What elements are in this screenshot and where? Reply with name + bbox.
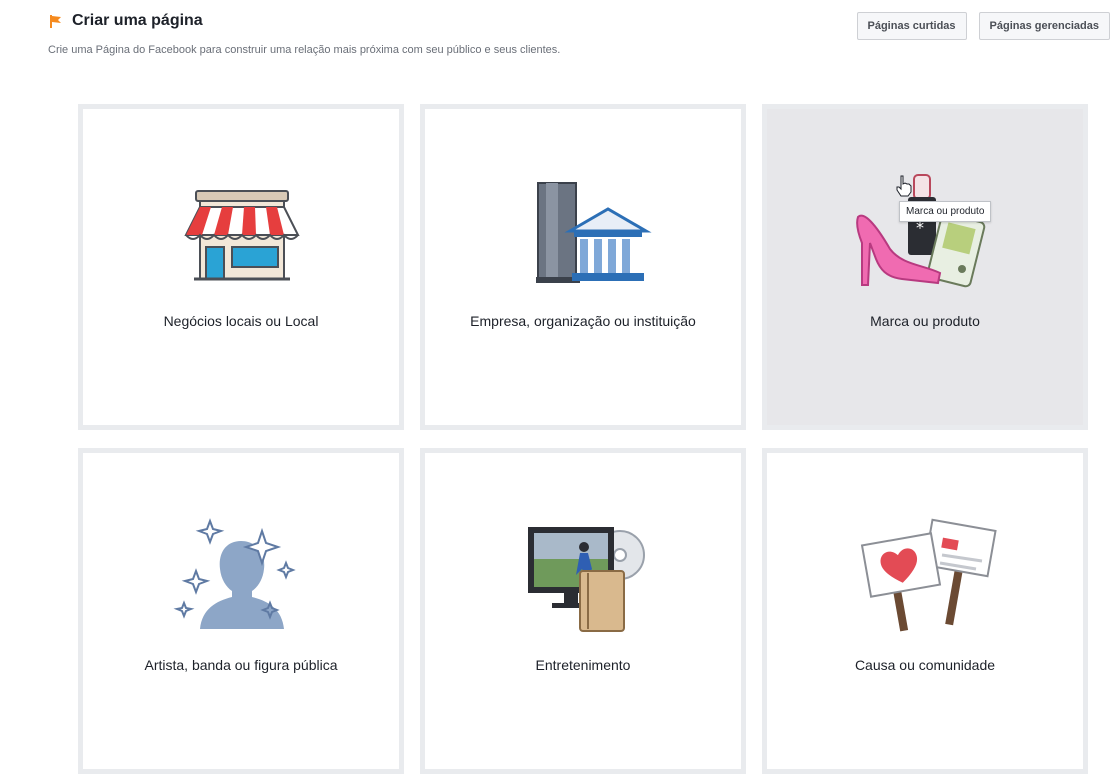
person-stars-icon xyxy=(173,518,296,629)
create-page-screen: Criar uma página Crie uma Página do Face… xyxy=(0,0,1110,782)
flag-icon xyxy=(50,15,61,28)
products-icon: * xyxy=(856,174,986,288)
tile-label: Artista, banda ou figura pública xyxy=(144,657,338,673)
storefront-icon xyxy=(184,190,300,281)
tile-company[interactable]: Empresa, organização ou instituição xyxy=(420,104,746,430)
category-grid: Negócios locais ou Local Empresa, organi… xyxy=(78,104,1088,774)
buildings-icon xyxy=(536,182,652,283)
tile-label: Empresa, organização ou instituição xyxy=(470,313,696,329)
protest-signs-icon xyxy=(860,518,997,632)
tile-cause-community[interactable]: Causa ou comunidade xyxy=(762,448,1088,774)
tile-label: Causa ou comunidade xyxy=(854,657,996,673)
tile-entertainment[interactable]: Entretenimento xyxy=(420,448,746,774)
managed-pages-button[interactable]: Páginas gerenciadas xyxy=(978,12,1110,40)
hand-cursor-icon xyxy=(896,175,912,197)
top-buttons: Páginas curtidas Páginas gerenciadas xyxy=(856,12,1110,40)
tile-label: Entretenimento xyxy=(535,657,631,673)
tv-media-icon xyxy=(528,527,645,632)
tile-brand-product[interactable]: * Marca ou produto Marca ou produto xyxy=(762,104,1088,430)
tile-local-business[interactable]: Negócios locais ou Local xyxy=(78,104,404,430)
tile-label: Marca ou produto xyxy=(870,313,980,329)
page-subtitle: Crie uma Página do Facebook para constru… xyxy=(48,44,561,56)
tile-artist[interactable]: Artista, banda ou figura pública xyxy=(78,448,404,774)
tooltip: Marca ou produto xyxy=(899,201,992,222)
liked-pages-button[interactable]: Páginas curtidas xyxy=(856,12,967,40)
page-title: Criar uma página xyxy=(72,12,203,29)
tile-label: Negócios locais ou Local xyxy=(163,313,319,329)
